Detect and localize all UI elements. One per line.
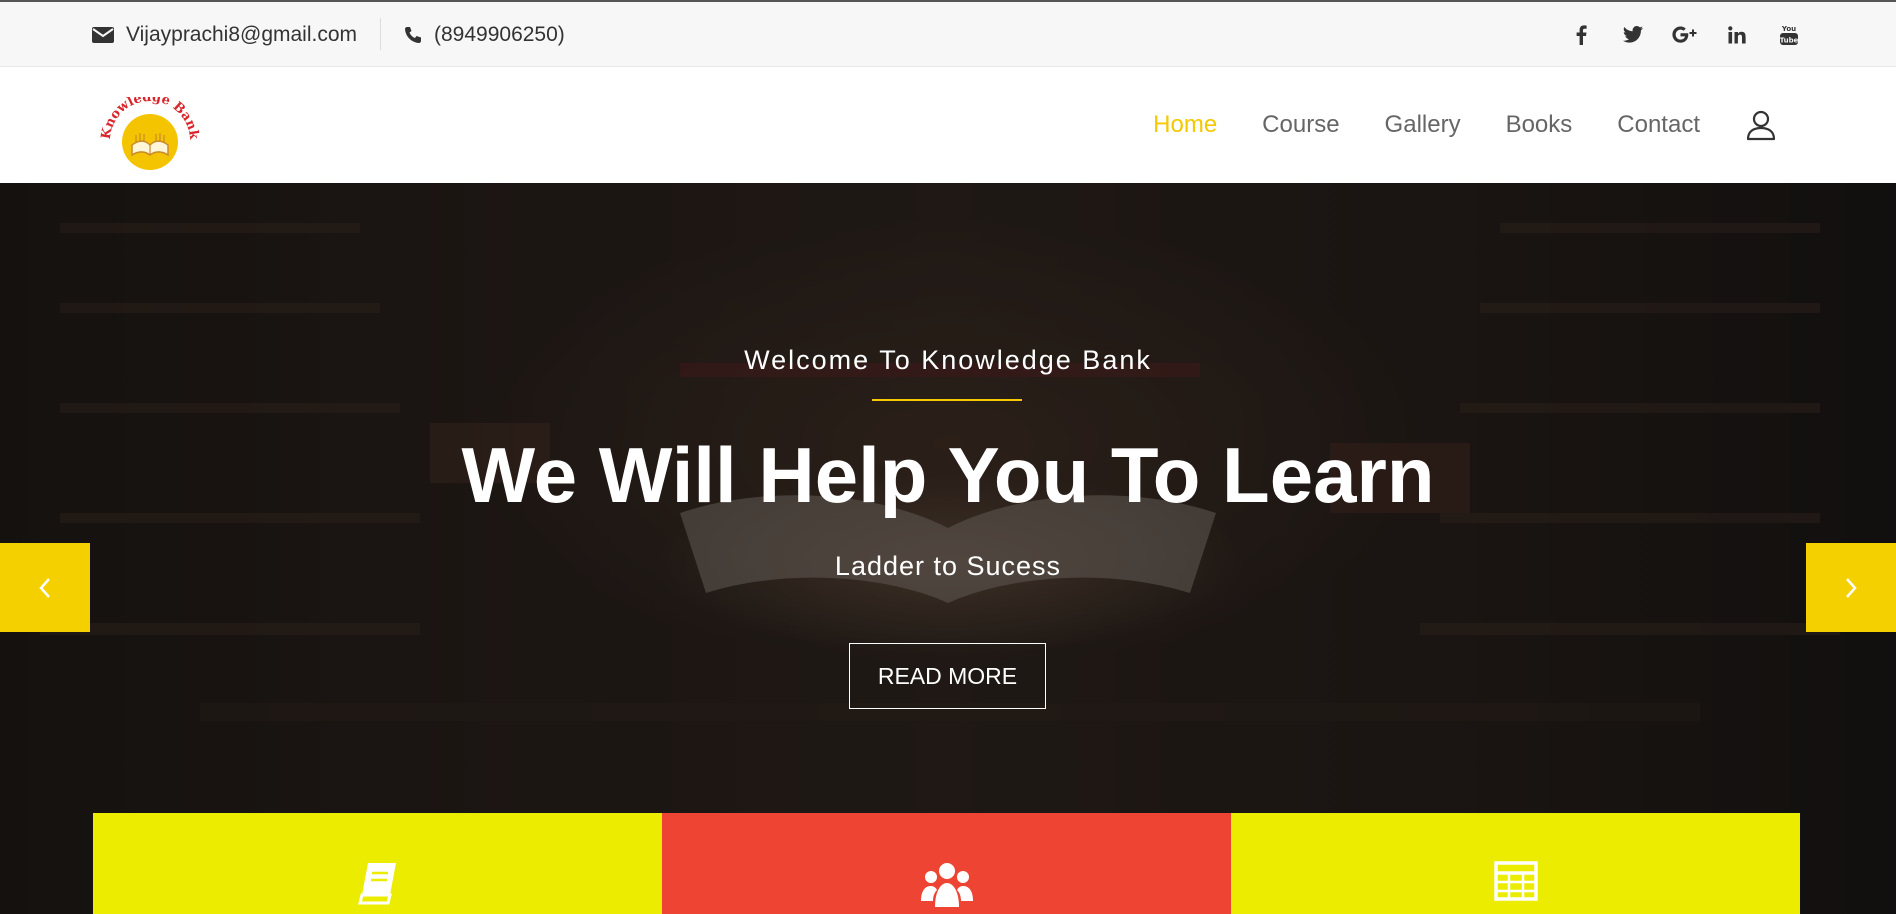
nav-gallery[interactable]: Gallery — [1385, 111, 1461, 139]
slider-prev-button[interactable] — [0, 543, 90, 632]
social-links: You Tube — [1566, 2, 1804, 67]
feature-strip — [93, 813, 1800, 914]
user-icon[interactable] — [1744, 108, 1778, 142]
email-contact[interactable]: Vijayprachi8@gmail.com — [92, 2, 357, 67]
feature-card-schedule[interactable] — [1231, 813, 1800, 914]
table-icon — [1493, 861, 1538, 901]
hero-overlay — [0, 183, 1896, 914]
top-contact-bar: Vijayprachi8@gmail.com (8949906250) You T… — [0, 0, 1896, 67]
nav-course[interactable]: Course — [1262, 111, 1339, 139]
main-nav: Home Course Gallery Books Contact — [1153, 67, 1700, 183]
site-logo[interactable]: Knowledge Bank — [99, 90, 201, 177]
linkedin-icon[interactable] — [1722, 20, 1752, 50]
nav-books[interactable]: Books — [1506, 111, 1573, 139]
slider-next-button[interactable] — [1806, 543, 1896, 632]
twitter-icon[interactable] — [1618, 20, 1648, 50]
hero-subtitle: Ladder to Sucess — [834, 551, 1062, 581]
phone-text: (8949906250) — [434, 22, 565, 46]
svg-text:Tube: Tube — [1780, 36, 1799, 44]
feature-card-books[interactable] — [93, 813, 662, 914]
facebook-icon[interactable] — [1566, 20, 1596, 50]
nav-contact[interactable]: Contact — [1617, 111, 1700, 139]
svg-text:You: You — [1781, 25, 1796, 33]
site-header: Knowledge Bank Home Course Gallery Books… — [0, 67, 1896, 183]
hero-title: We Will Help You To Learn — [461, 431, 1435, 519]
book-icon — [357, 863, 396, 905]
contact-divider — [380, 18, 381, 50]
read-more-button[interactable]: READ MORE — [849, 643, 1046, 709]
chevron-right-icon — [1846, 577, 1857, 598]
phone-icon — [405, 26, 421, 43]
email-text: Vijayprachi8@gmail.com — [126, 22, 358, 46]
nav-home[interactable]: Home — [1153, 111, 1217, 139]
youtube-icon[interactable]: You Tube — [1774, 20, 1804, 50]
chevron-left-icon — [39, 577, 50, 598]
users-icon — [920, 863, 973, 907]
google-plus-icon[interactable] — [1670, 20, 1700, 50]
hero-kicker: Welcome To Knowledge Bank — [744, 345, 1152, 375]
hero-divider — [872, 399, 1022, 401]
envelope-icon — [92, 26, 114, 43]
feature-card-community[interactable] — [662, 813, 1231, 914]
hero-slider: Welcome To Knowledge Bank We Will Help Y… — [0, 183, 1896, 914]
phone-contact[interactable]: (8949906250) — [404, 2, 565, 67]
